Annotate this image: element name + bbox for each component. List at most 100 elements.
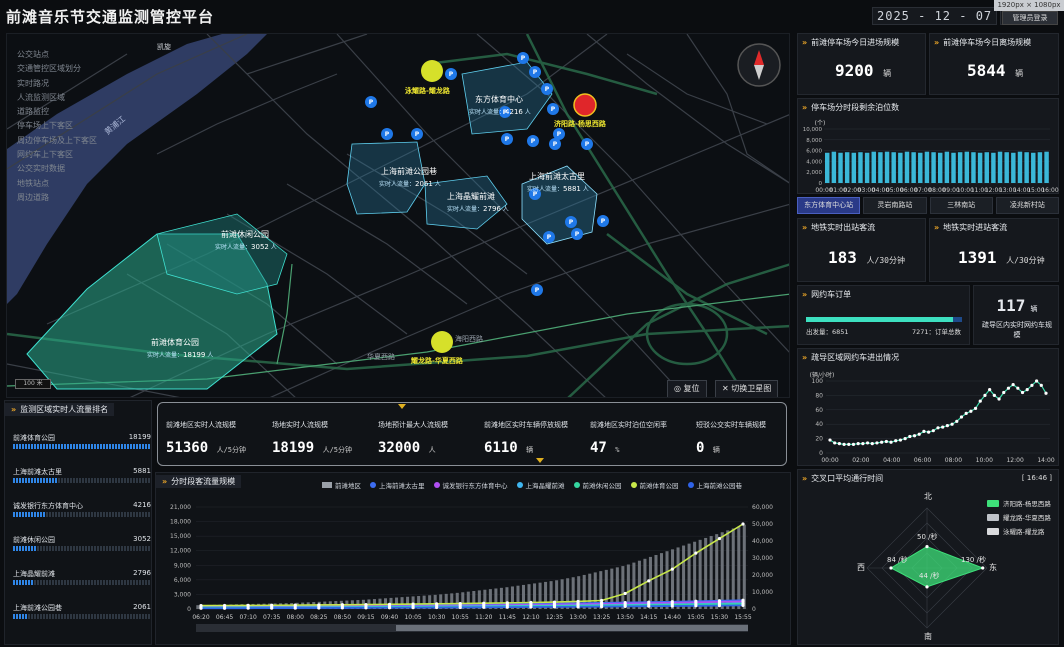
data-point — [317, 606, 321, 610]
data-point — [1044, 391, 1048, 395]
layer-item[interactable]: 道路监控 — [17, 105, 97, 119]
radar-point — [925, 585, 929, 589]
data-point — [435, 605, 439, 610]
flow-panel: » 分时段客流量规模 0 3,000 6,000 9,000 12,000 15,000 18… — [155, 472, 791, 645]
data-point — [988, 388, 992, 392]
rank-item-value: 5881 — [133, 467, 151, 475]
zone-sub-sports-park: 实时人流量：18199 人 — [147, 351, 214, 359]
radar-legend-item[interactable]: 耀龙路-华夏西路 — [987, 512, 1051, 522]
legend-label: 上海前滩太古里 — [379, 482, 425, 490]
reset-button[interactable]: ◎ 复位 — [667, 380, 707, 397]
zone-value-jingyao: 2796 — [483, 205, 501, 213]
legend-swatch — [322, 482, 332, 488]
data-point — [482, 605, 486, 609]
tab-lingzhao-xincun[interactable]: 凌兆新村站 — [995, 197, 1059, 214]
tab-sanlin-south[interactable]: 三林南站 — [929, 197, 993, 214]
layer-item[interactable]: 周边停车场及上下客区 — [17, 134, 97, 148]
area-bar — [665, 551, 669, 609]
satellite-toggle-button[interactable]: ✕ 切换卫星图 — [715, 380, 779, 397]
data-point — [458, 601, 462, 606]
rank-item[interactable]: 前滩休闲公园 3052 — [13, 535, 151, 551]
data-point — [340, 606, 344, 610]
layer-item[interactable]: 公交实时数据 — [17, 162, 97, 176]
legend-swatch — [370, 482, 376, 488]
data-point — [647, 604, 651, 608]
flow-legend-item[interactable]: 上海前滩公园巷 — [687, 480, 742, 490]
radar-legend-item[interactable]: 济阳路-杨思西路 — [987, 498, 1051, 508]
tab-east-sports-center[interactable]: 东方体育中心站 — [797, 197, 861, 214]
kpi-unit: 人/5分钟 — [216, 446, 247, 454]
rank-bar-fill — [13, 614, 29, 619]
ridehail-panel: » 疏导区域网约车进出情况 (辆/小时) 0 20 40 60 80 100 00:00 02:0… — [797, 348, 1059, 466]
layer-item[interactable]: 地铁站点 — [17, 177, 97, 191]
data-point — [917, 432, 921, 436]
y2-tick-label: 20,000 — [752, 572, 773, 579]
x-tick-label: 15:55 — [734, 614, 751, 621]
data-point — [270, 606, 274, 610]
rank-item-value: 4216 — [133, 501, 151, 509]
rank-item[interactable]: 上海前滩公园巷 2061 — [13, 603, 151, 619]
layer-item[interactable]: 停车场上下客区 — [17, 119, 97, 133]
rank-item[interactable]: 上海前滩太古里 5881 — [13, 467, 151, 483]
zone-value-east-center: 4216 — [505, 108, 523, 116]
metro-out-value: 183 — [828, 248, 857, 267]
y-tick-label: 8,000 — [806, 138, 822, 144]
data-point — [880, 440, 884, 444]
data-point — [717, 536, 722, 541]
bar — [831, 151, 837, 183]
tab-lingyan-south[interactable]: 灵岩南路站 — [863, 197, 927, 214]
flow-legend-item[interactable]: 诚发银行东方体育中心 — [433, 480, 508, 490]
flow-legend-item[interactable]: 上海前滩太古里 — [370, 480, 425, 490]
kpi-card: 短驳公交实时车辆规模 0 辆 — [696, 420, 801, 456]
rank-item[interactable]: 上海晶耀前滩 2796 — [13, 569, 151, 585]
layer-item[interactable]: 交通管控区域划分 — [17, 62, 97, 76]
junction-label-3: 耀龙路-华夏西路 — [411, 357, 463, 365]
rank-item[interactable]: 前滩体育公园 18199 — [13, 433, 151, 449]
bar — [844, 152, 850, 183]
area-bar — [671, 549, 675, 609]
kpi-card: 场地实时人流规模 18199 人/5分钟 — [272, 420, 377, 456]
data-point — [950, 422, 954, 426]
flow-legend-item[interactable]: 前滩休闲公园 — [573, 480, 622, 490]
bar — [938, 152, 943, 183]
bar — [1037, 152, 1043, 183]
svg-text:P: P — [601, 218, 606, 225]
y-tick-label: 12,000 — [170, 548, 191, 555]
map-view[interactable]: PPPP PPPPP PPPP PPPPP PP 公交站点 交通管控区域划分 实… — [6, 33, 790, 398]
login-button[interactable]: 管理员登录 — [1002, 11, 1058, 25]
y-tick-label: 0 — [819, 450, 823, 457]
area-bar — [742, 524, 746, 609]
bar — [1024, 152, 1029, 183]
flow-legend-item[interactable]: 前滩地区 — [322, 480, 361, 490]
data-point — [576, 599, 580, 604]
radar-south-label: 南 — [924, 632, 932, 641]
zone-value-sports-park: 18199 — [183, 351, 206, 359]
layer-item[interactable]: 实时路况 — [17, 77, 97, 91]
rank-item[interactable]: 诚发银行东方体育中心 4216 — [13, 501, 151, 517]
remaining-spots-panel: » 停车场分时段剩余泊位数 (个) 0 2,000 4,000 6,000 8,000 10,… — [797, 98, 1059, 194]
radar-legend-item[interactable]: 泳耀路-耀龙路 — [987, 526, 1044, 536]
layer-item[interactable]: 人流监测区域 — [17, 91, 97, 105]
ridehail-chart: (辆/小时)02040608010000:00 02:00 04:00 06:00 08… — [810, 371, 1055, 464]
data-point — [1016, 386, 1020, 390]
bar — [997, 151, 1003, 183]
svg-text:P: P — [385, 131, 390, 138]
rank-item-value: 18199 — [128, 433, 151, 441]
radar-point — [925, 544, 929, 549]
clock-date: 2025 - 12 - 07 — [872, 7, 998, 25]
y-tick-label: 15,000 — [170, 533, 191, 540]
data-point — [458, 605, 462, 610]
data-point — [1035, 379, 1039, 383]
flow-legend-item[interactable]: 上海晶耀前滩 — [516, 480, 565, 490]
kpi-value: 18199 人/5分钟 — [272, 440, 353, 456]
data-point — [340, 603, 344, 607]
flow-legend-item[interactable]: 前滩体育公园 — [630, 480, 679, 490]
chevron-icon: » — [802, 103, 808, 112]
chevron-icon: » — [802, 353, 808, 362]
layer-item[interactable]: 网约车上下客区 — [17, 148, 97, 162]
layer-item[interactable]: 公交站点 — [17, 48, 97, 62]
data-point — [600, 604, 604, 609]
rank-item-name: 上海前滩公园巷 — [13, 604, 62, 612]
layer-item[interactable]: 周边道路 — [17, 191, 97, 205]
zone-value-park-lane: 2061 — [415, 180, 433, 188]
